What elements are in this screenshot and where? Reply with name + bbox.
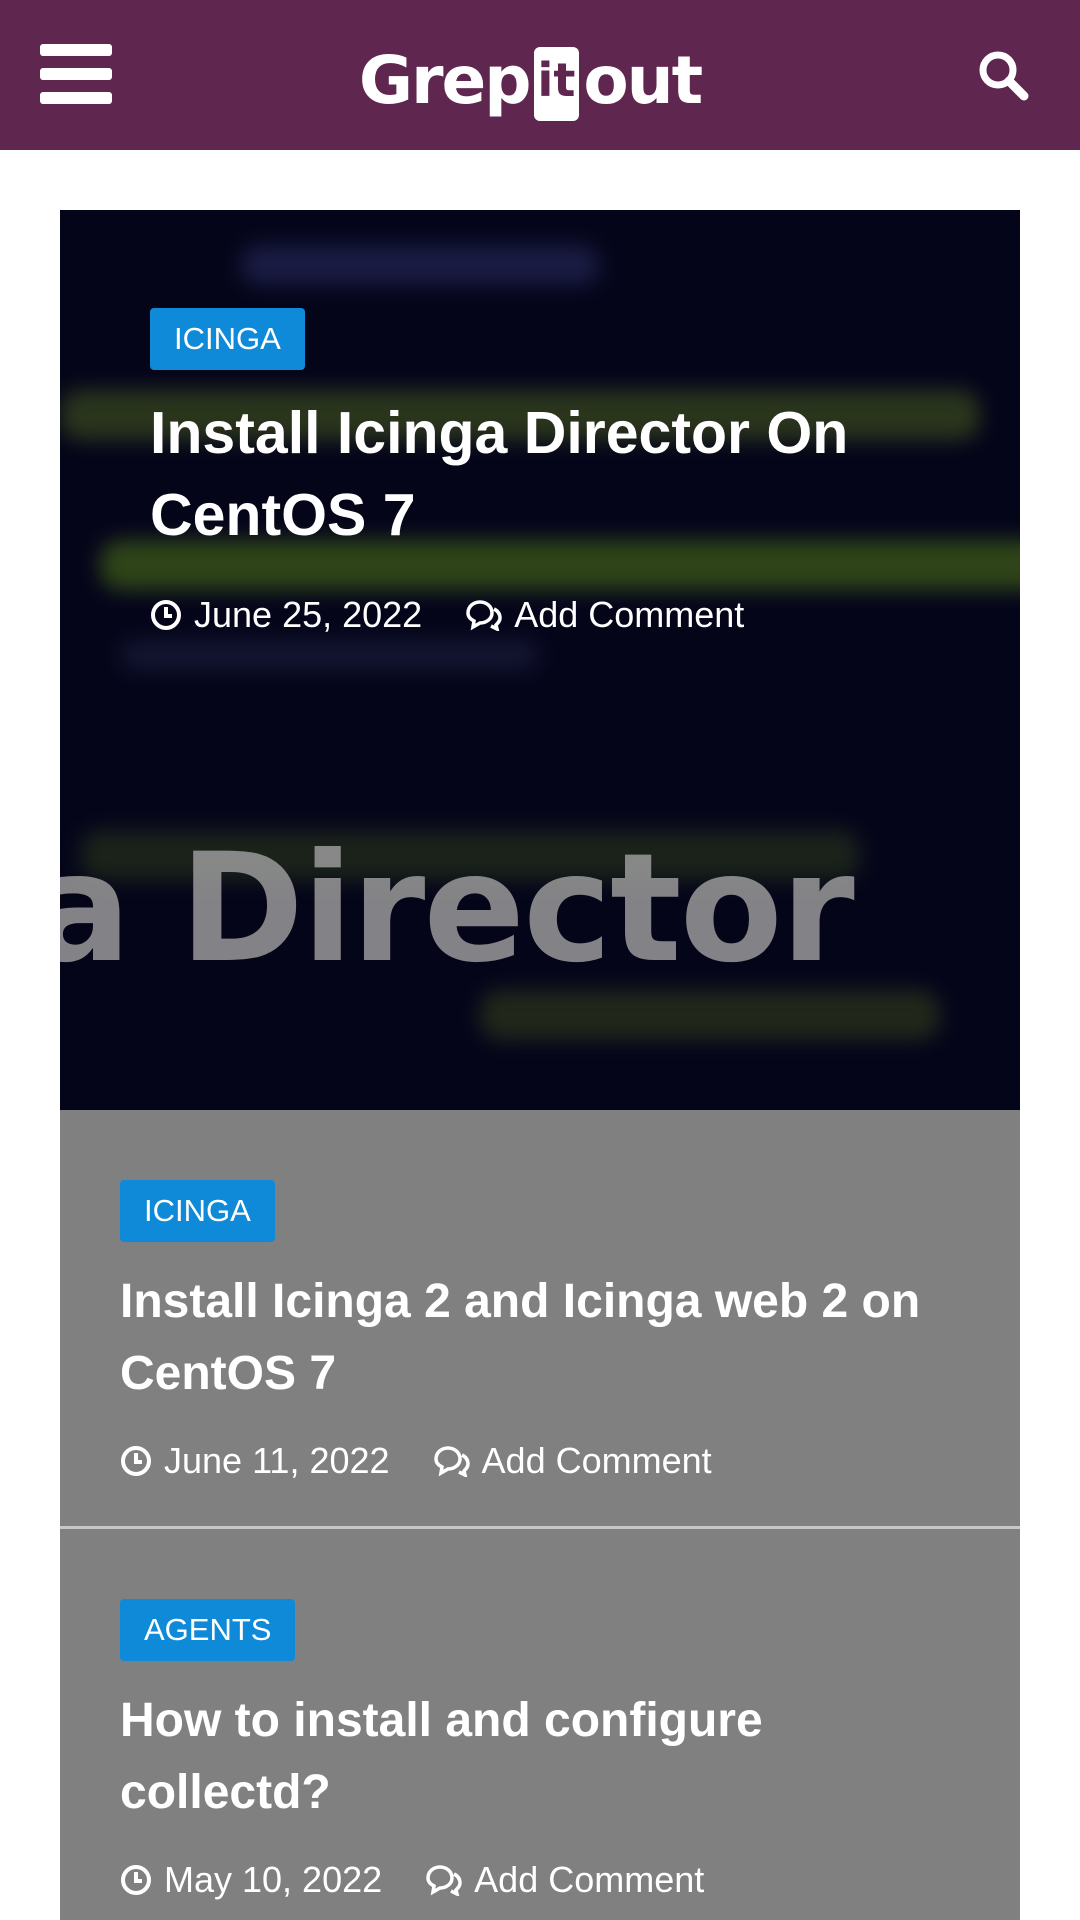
post-title[interactable]: Install Icinga 2 and Icinga web 2 on Cen… (120, 1266, 980, 1410)
card-content: AGENTS How to install and configure coll… (120, 1599, 980, 1901)
add-comment-label: Add Comment (481, 1440, 712, 1481)
search-icon[interactable] (976, 48, 1030, 102)
category-badge[interactable]: ICINGA (120, 1180, 275, 1242)
post-card[interactable]: ICINGA Install Icinga 2 and Icinga web 2… (60, 1110, 1020, 1526)
logo-text-grep: Grep (358, 42, 532, 119)
comments-icon (433, 1446, 470, 1477)
site-header: Grep it out (0, 0, 1080, 150)
category-badge[interactable]: ICINGA (150, 308, 305, 370)
clock-icon (121, 1865, 151, 1895)
hero-content: ICINGA Install Icinga Director On CentOS… (150, 308, 970, 636)
comments-icon (426, 1865, 462, 1896)
hero-background-shape (120, 640, 540, 670)
card-content: ICINGA Install Icinga 2 and Icinga web 2… (120, 1180, 980, 1482)
add-comment-link[interactable]: Add Comment (464, 594, 744, 636)
post-date: June 25, 2022 (194, 594, 423, 635)
clock-icon (151, 600, 181, 630)
hero-background-shape (480, 990, 940, 1040)
add-comment-label: Add Comment (474, 1859, 705, 1900)
post-title[interactable]: How to install and configure collectd? (120, 1685, 980, 1829)
site-logo[interactable]: Grep it out (358, 36, 703, 126)
add-comment-label: Add Comment (514, 594, 745, 635)
clock-icon (121, 1446, 151, 1476)
hamburger-menu-icon[interactable] (40, 44, 112, 104)
post-meta: June 25, 2022 Add Comment (150, 594, 970, 636)
post-title[interactable]: Install Icinga Director On CentOS 7 (150, 392, 970, 556)
logo-badge-it: it (533, 47, 580, 121)
add-comment-link[interactable]: Add Comment (424, 1859, 704, 1901)
post-meta: May 10, 2022 Add Comment (120, 1859, 980, 1901)
post-meta: June 11, 2022 Add Comment (120, 1440, 980, 1482)
post-date: June 11, 2022 (164, 1440, 390, 1481)
add-comment-link[interactable]: Add Comment (432, 1440, 712, 1482)
hero-image-text: a Director (60, 822, 855, 996)
post-card[interactable]: AGENTS How to install and configure coll… (60, 1529, 1020, 1920)
category-badge[interactable]: AGENTS (120, 1599, 296, 1661)
comments-icon (466, 600, 502, 631)
post-date: May 10, 2022 (164, 1859, 383, 1900)
featured-post[interactable]: a Director ICINGA Install Icinga Directo… (60, 210, 1020, 1110)
logo-text-out: out (583, 42, 703, 119)
hero-background-shape (240, 245, 600, 285)
